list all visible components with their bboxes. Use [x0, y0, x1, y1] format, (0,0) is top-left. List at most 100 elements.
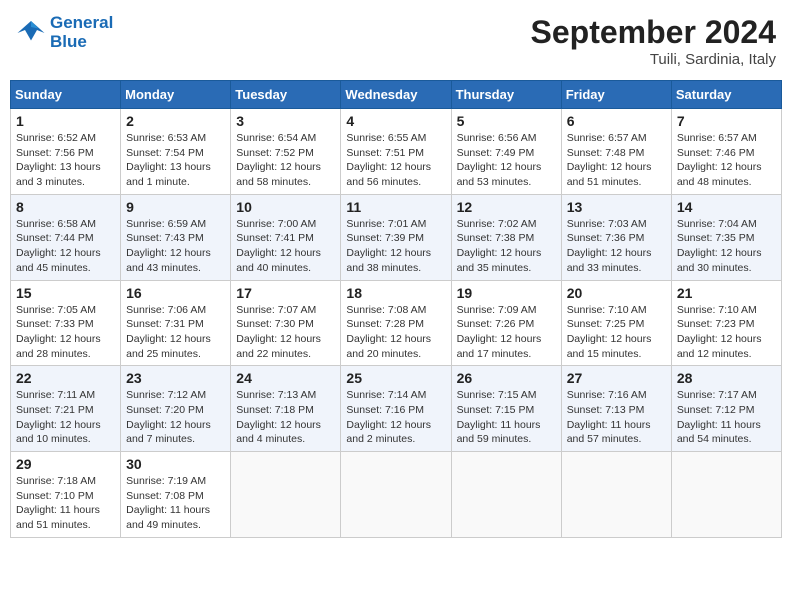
day-info: Sunrise: 7:18 AMSunset: 7:10 PMDaylight:…	[16, 474, 115, 533]
day-number: 4	[346, 113, 445, 129]
day-info: Sunrise: 7:13 AMSunset: 7:18 PMDaylight:…	[236, 388, 335, 447]
day-number: 26	[457, 370, 556, 386]
day-number: 1	[16, 113, 115, 129]
day-number: 15	[16, 285, 115, 301]
calendar-cell-week3-day4: 19 Sunrise: 7:09 AMSunset: 7:26 PMDayligh…	[451, 280, 561, 366]
calendar-cell-week4-day0: 22Sunrise: 7:11 AMSunset: 7:21 PMDayligh…	[11, 366, 121, 452]
day-number: 29	[16, 456, 115, 472]
week-row-3: 15 Sunrise: 7:05 AMSunset: 7:33 PMDayligh…	[11, 280, 782, 366]
day-number: 13	[567, 199, 666, 215]
day-number: 12	[457, 199, 556, 215]
day-number: 6	[567, 113, 666, 129]
calendar-cell-week3-day2: 17 Sunrise: 7:07 AMSunset: 7:30 PMDayligh…	[231, 280, 341, 366]
day-number: 28	[677, 370, 776, 386]
weekday-header-saturday: Saturday	[671, 81, 781, 109]
calendar-cell-week3-day1: 16Sunrise: 7:06 AMSunset: 7:31 PMDayligh…	[121, 280, 231, 366]
day-number: 16	[126, 285, 225, 301]
day-info: Sunrise: 7:01 AMSunset: 7:39 PMDaylight:…	[346, 217, 445, 276]
calendar-cell-week4-day4: 26 Sunrise: 7:15 AMSunset: 7:15 PMDayligh…	[451, 366, 561, 452]
calendar-cell-week1-day1: 2 Sunrise: 6:53 AMSunset: 7:54 PMDaylight…	[121, 109, 231, 195]
day-info: Sunrise: 6:54 AMSunset: 7:52 PMDaylight:…	[236, 131, 335, 190]
day-number: 17	[236, 285, 335, 301]
calendar-cell-week1-day6: 7 Sunrise: 6:57 AMSunset: 7:46 PMDaylight…	[671, 109, 781, 195]
day-number: 14	[677, 199, 776, 215]
day-info: Sunrise: 7:02 AMSunset: 7:38 PMDaylight:…	[457, 217, 556, 276]
day-number: 25	[346, 370, 445, 386]
weekday-header-monday: Monday	[121, 81, 231, 109]
calendar-cell-week5-day0: 29 Sunrise: 7:18 AMSunset: 7:10 PMDayligh…	[11, 452, 121, 538]
day-number: 30	[126, 456, 225, 472]
calendar-cell-week2-day2: 10 Sunrise: 7:00 AMSunset: 7:41 PMDayligh…	[231, 194, 341, 280]
calendar-cell-week4-day3: 25 Sunrise: 7:14 AMSunset: 7:16 PMDayligh…	[341, 366, 451, 452]
calendar-cell-week2-day4: 12 Sunrise: 7:02 AMSunset: 7:38 PMDayligh…	[451, 194, 561, 280]
day-number: 23	[126, 370, 225, 386]
logo-bird-icon	[16, 19, 46, 47]
weekday-header-sunday: Sunday	[11, 81, 121, 109]
day-info: Sunrise: 6:52 AMSunset: 7:56 PMDaylight:…	[16, 131, 115, 190]
weekday-header-wednesday: Wednesday	[341, 81, 451, 109]
day-info: Sunrise: 7:04 AMSunset: 7:35 PMDaylight:…	[677, 217, 776, 276]
day-number: 21	[677, 285, 776, 301]
day-info: Sunrise: 7:00 AMSunset: 7:41 PMDaylight:…	[236, 217, 335, 276]
calendar-cell-week5-day3	[341, 452, 451, 538]
day-number: 5	[457, 113, 556, 129]
day-info: Sunrise: 7:17 AMSunset: 7:12 PMDaylight:…	[677, 388, 776, 447]
day-number: 22	[16, 370, 115, 386]
day-number: 27	[567, 370, 666, 386]
day-number: 20	[567, 285, 666, 301]
calendar-cell-week1-day2: 3 Sunrise: 6:54 AMSunset: 7:52 PMDaylight…	[231, 109, 341, 195]
calendar-cell-week3-day6: 21 Sunrise: 7:10 AMSunset: 7:23 PMDayligh…	[671, 280, 781, 366]
logo-line2: Blue	[50, 33, 113, 52]
day-info: Sunrise: 7:05 AMSunset: 7:33 PMDaylight:…	[16, 303, 115, 362]
day-info: Sunrise: 7:10 AMSunset: 7:25 PMDaylight:…	[567, 303, 666, 362]
day-info: Sunrise: 6:59 AMSunset: 7:43 PMDaylight:…	[126, 217, 225, 276]
calendar-cell-week2-day6: 14 Sunrise: 7:04 AMSunset: 7:35 PMDayligh…	[671, 194, 781, 280]
day-number: 7	[677, 113, 776, 129]
logo-line1: General	[50, 14, 113, 33]
day-info: Sunrise: 7:16 AMSunset: 7:13 PMDaylight:…	[567, 388, 666, 447]
calendar-cell-week1-day3: 4Sunrise: 6:55 AMSunset: 7:51 PMDaylight…	[341, 109, 451, 195]
day-info: Sunrise: 6:56 AMSunset: 7:49 PMDaylight:…	[457, 131, 556, 190]
calendar-cell-week4-day2: 24 Sunrise: 7:13 AMSunset: 7:18 PMDayligh…	[231, 366, 341, 452]
day-number: 3	[236, 113, 335, 129]
calendar-cell-week2-day0: 8 Sunrise: 6:58 AMSunset: 7:44 PMDaylight…	[11, 194, 121, 280]
calendar-cell-week4-day5: 27 Sunrise: 7:16 AMSunset: 7:13 PMDayligh…	[561, 366, 671, 452]
day-info: Sunrise: 6:58 AMSunset: 7:44 PMDaylight:…	[16, 217, 115, 276]
day-number: 19	[457, 285, 556, 301]
calendar-cell-week5-day5	[561, 452, 671, 538]
calendar-cell-week3-day3: 18Sunrise: 7:08 AMSunset: 7:28 PMDayligh…	[341, 280, 451, 366]
day-info: Sunrise: 7:09 AMSunset: 7:26 PMDaylight:…	[457, 303, 556, 362]
calendar-cell-week1-day5: 6 Sunrise: 6:57 AMSunset: 7:48 PMDaylight…	[561, 109, 671, 195]
day-info: Sunrise: 7:03 AMSunset: 7:36 PMDaylight:…	[567, 217, 666, 276]
day-number: 24	[236, 370, 335, 386]
day-info: Sunrise: 7:08 AMSunset: 7:28 PMDaylight:…	[346, 303, 445, 362]
day-info: Sunrise: 7:12 AMSunset: 7:20 PMDaylight:…	[126, 388, 225, 447]
day-number: 9	[126, 199, 225, 215]
day-info: Sunrise: 7:07 AMSunset: 7:30 PMDaylight:…	[236, 303, 335, 362]
calendar-cell-week3-day5: 20 Sunrise: 7:10 AMSunset: 7:25 PMDayligh…	[561, 280, 671, 366]
day-info: Sunrise: 6:57 AMSunset: 7:46 PMDaylight:…	[677, 131, 776, 190]
day-info: Sunrise: 7:10 AMSunset: 7:23 PMDaylight:…	[677, 303, 776, 362]
calendar-cell-week2-day5: 13 Sunrise: 7:03 AMSunset: 7:36 PMDayligh…	[561, 194, 671, 280]
day-number: 10	[236, 199, 335, 215]
day-info: Sunrise: 6:53 AMSunset: 7:54 PMDaylight:…	[126, 131, 225, 190]
day-info: Sunrise: 6:57 AMSunset: 7:48 PMDaylight:…	[567, 131, 666, 190]
day-number: 8	[16, 199, 115, 215]
week-row-1: 1 Sunrise: 6:52 AMSunset: 7:56 PMDaylight…	[11, 109, 782, 195]
calendar-cell-week3-day0: 15 Sunrise: 7:05 AMSunset: 7:33 PMDayligh…	[11, 280, 121, 366]
week-row-5: 29 Sunrise: 7:18 AMSunset: 7:10 PMDayligh…	[11, 452, 782, 538]
calendar-cell-week4-day1: 23 Sunrise: 7:12 AMSunset: 7:20 PMDayligh…	[121, 366, 231, 452]
logo: General Blue	[16, 14, 113, 51]
calendar-cell-week2-day3: 11Sunrise: 7:01 AMSunset: 7:39 PMDayligh…	[341, 194, 451, 280]
calendar-table: SundayMondayTuesdayWednesdayThursdayFrid…	[10, 80, 782, 538]
day-info: Sunrise: 7:19 AMSunset: 7:08 PMDaylight:…	[126, 474, 225, 533]
calendar-cell-week4-day6: 28 Sunrise: 7:17 AMSunset: 7:12 PMDayligh…	[671, 366, 781, 452]
month-title-block: September 2024 Tuili, Sardinia, Italy	[531, 14, 776, 68]
header: General Blue September 2024 Tuili, Sardi…	[10, 10, 782, 72]
month-title: September 2024	[531, 14, 776, 51]
day-info: Sunrise: 7:15 AMSunset: 7:15 PMDaylight:…	[457, 388, 556, 447]
day-number: 2	[126, 113, 225, 129]
calendar-cell-week1-day4: 5 Sunrise: 6:56 AMSunset: 7:49 PMDaylight…	[451, 109, 561, 195]
day-info: Sunrise: 7:14 AMSunset: 7:16 PMDaylight:…	[346, 388, 445, 447]
location-title: Tuili, Sardinia, Italy	[531, 51, 776, 68]
